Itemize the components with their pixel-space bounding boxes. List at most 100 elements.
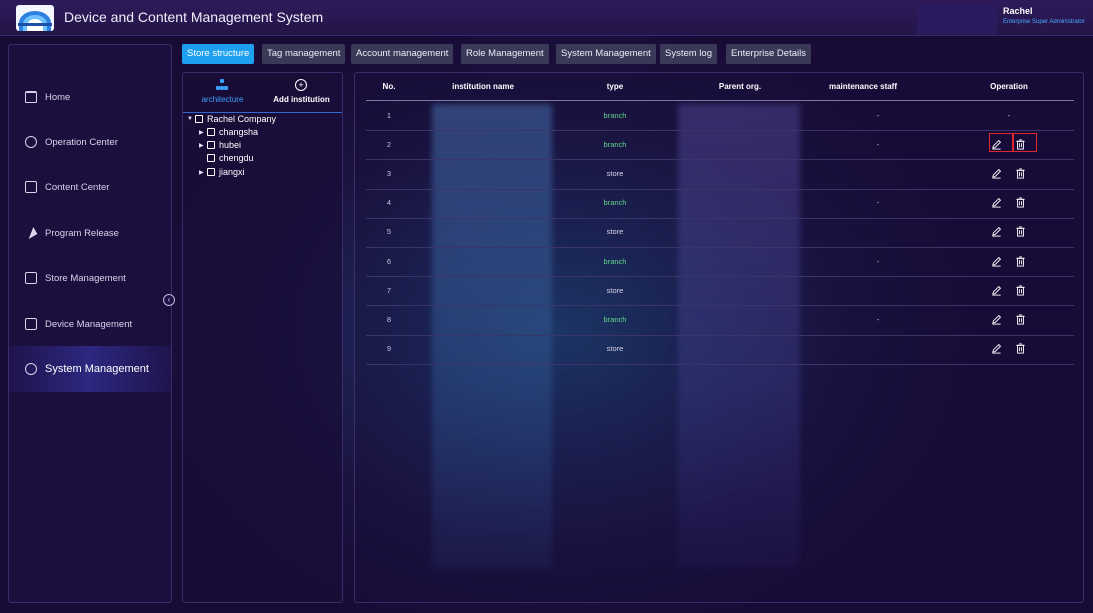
delete-icon[interactable] — [1015, 226, 1026, 237]
edit-icon[interactable] — [991, 168, 1002, 179]
row-divider — [366, 159, 1074, 161]
user-role: Enterprise Super Administrator — [1003, 19, 1085, 25]
row-divider — [366, 188, 1074, 190]
row-type: branch — [603, 110, 627, 120]
tab-system-log[interactable]: System log — [660, 44, 717, 64]
content-icon — [25, 181, 37, 193]
edit-icon[interactable] — [991, 314, 1002, 325]
row-divider — [366, 276, 1074, 278]
tab-tag-management[interactable]: Tag management — [262, 44, 346, 64]
device-icon — [25, 318, 37, 330]
tree-node-jiangxi[interactable]: ▶ jiangxi — [199, 166, 245, 178]
tree-checkbox[interactable] — [207, 141, 215, 149]
edit-icon[interactable] — [991, 285, 1002, 296]
delete-icon[interactable] — [1015, 343, 1026, 354]
sidebar-item-label: System Management — [45, 363, 149, 375]
brand-logo-icon — [16, 5, 54, 31]
gear-icon — [25, 363, 37, 375]
delete-icon[interactable] — [1015, 314, 1026, 325]
delete-icon[interactable] — [1015, 256, 1026, 267]
tree-node-chengdu[interactable]: chengdu — [199, 152, 254, 164]
tree-header: architecture + Add institution — [183, 73, 342, 113]
row-divider — [366, 130, 1074, 132]
edit-icon[interactable] — [991, 197, 1002, 208]
store-icon — [25, 272, 37, 284]
tree-checkbox[interactable] — [207, 154, 215, 162]
column-header-parent-org: Parent org. — [718, 82, 762, 91]
table-header-divider — [366, 100, 1074, 101]
caret-right-icon[interactable]: ▶ — [199, 169, 207, 176]
row-maintenance-staff: - — [876, 139, 880, 149]
tree-checkbox[interactable] — [207, 128, 215, 136]
row-number: 7 — [386, 285, 392, 295]
user-name[interactable]: Rachel — [1003, 6, 1033, 16]
caret-down-icon[interactable]: ▼ — [187, 116, 195, 122]
row-number: 5 — [386, 227, 392, 237]
row-number: 1 — [386, 110, 392, 120]
tree-checkbox[interactable] — [207, 168, 215, 176]
row-type: branch — [603, 139, 627, 149]
tree-node-changsha[interactable]: ▶ changsha — [199, 126, 258, 138]
tree-node-label: changsha — [219, 127, 259, 137]
tree-node-label: Rachel Company — [207, 114, 277, 124]
edit-icon[interactable] — [991, 256, 1002, 267]
delete-highlight-box — [1013, 133, 1037, 152]
column-header-institution-name: institution name — [452, 82, 514, 91]
caret-right-icon[interactable]: ▶ — [199, 129, 207, 136]
tab-system-management[interactable]: System Management — [556, 44, 656, 64]
sidebar-item-system-management[interactable]: System Management — [9, 346, 171, 392]
row-maintenance-staff: - — [876, 256, 880, 266]
sidebar-item-label: Program Release — [45, 227, 119, 239]
delete-icon[interactable] — [1015, 285, 1026, 296]
tree-node-hubei[interactable]: ▶ hubei — [199, 139, 241, 151]
edit-icon[interactable] — [991, 226, 1002, 237]
tab-add-institution[interactable]: + Add institution — [262, 73, 341, 113]
column-header-operation: Operation — [990, 82, 1028, 91]
edit-highlight-box — [989, 133, 1013, 152]
row-divider — [366, 363, 1074, 365]
tab-enterprise-details[interactable]: Enterprise Details — [726, 44, 811, 64]
tab-role-management[interactable]: Role Management — [461, 44, 549, 64]
tab-store-structure[interactable]: Store structure — [182, 44, 255, 64]
tab-architecture[interactable]: architecture — [183, 73, 262, 113]
home-icon — [25, 91, 37, 103]
tree-node-label: hubei — [219, 140, 242, 150]
user-avatar[interactable] — [917, 4, 997, 34]
row-type: branch — [603, 315, 627, 324]
edit-icon[interactable] — [991, 343, 1002, 354]
tab-account-management[interactable]: Account management — [351, 44, 454, 64]
sidebar-item-label: Operation Center — [45, 136, 118, 148]
collapse-sidebar-icon[interactable]: ‹ — [163, 294, 175, 306]
sidebar-item-label: Store Management — [45, 272, 126, 284]
row-maintenance-staff: - — [876, 110, 880, 120]
row-maintenance-staff: - — [876, 198, 880, 208]
row-divider — [366, 247, 1074, 248]
row-number: 6 — [386, 256, 392, 266]
row-type: store — [606, 344, 624, 354]
sidebar: Home Operation Center Content Center Pro… — [8, 44, 172, 603]
sidebar-item-device-management[interactable]: Device Management — [9, 301, 171, 347]
top-header: Device and Content Management System Rac… — [0, 0, 1093, 36]
sidebar-item-program-release[interactable]: Program Release — [9, 210, 171, 256]
column-header-no: No. — [382, 82, 396, 91]
send-icon — [25, 227, 37, 239]
row-divider — [366, 217, 1074, 219]
column-header-type: type — [606, 82, 624, 91]
sidebar-item-label: Home — [45, 91, 71, 103]
sidebar-item-label: Device Management — [45, 318, 133, 330]
delete-icon[interactable] — [1015, 168, 1026, 179]
sidebar-item-store-management[interactable]: Store Management — [9, 255, 171, 301]
tree-node-label: jiangxi — [219, 167, 245, 177]
tree-node-rachel-company[interactable]: ▼ Rachel Company — [187, 113, 276, 125]
delete-icon[interactable] — [1015, 197, 1026, 208]
tree-checkbox[interactable] — [195, 115, 203, 123]
row-number: 8 — [386, 315, 392, 324]
row-divider — [366, 305, 1074, 307]
sidebar-item-content-center[interactable]: Content Center — [9, 164, 171, 210]
row-number: 4 — [386, 198, 392, 208]
row-type: store — [606, 169, 624, 178]
caret-right-icon[interactable]: ▶ — [199, 142, 207, 149]
tab-architecture-label: architecture — [201, 95, 244, 104]
sidebar-item-operation-center[interactable]: Operation Center — [9, 119, 171, 165]
sidebar-item-home[interactable]: Home — [9, 74, 171, 120]
